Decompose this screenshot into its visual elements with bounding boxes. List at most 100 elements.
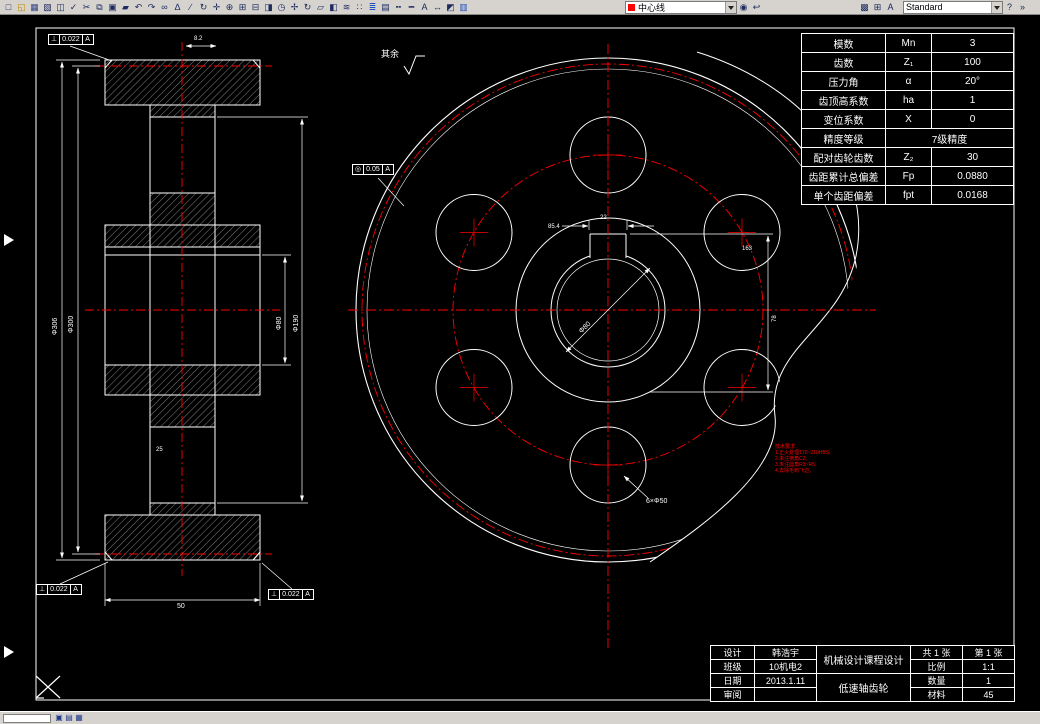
ucs-icon xyxy=(35,675,61,699)
param-cell: 齿数 xyxy=(801,52,886,72)
toolbar-group-mid: ◉ ↩ xyxy=(737,1,763,14)
param-cell: Mn xyxy=(885,33,932,53)
param-cell: Z₂ xyxy=(885,147,932,167)
zoom-window-icon[interactable]: ⊞ xyxy=(236,1,249,14)
front-view xyxy=(348,44,876,650)
taskbar-icon-3[interactable]: ▦ xyxy=(74,713,84,723)
copy-icon[interactable]: ⧉ xyxy=(93,1,106,14)
param-cell: 100 xyxy=(931,52,1014,72)
toolbar: □ ◱ ▦ ▧ ◫ ✓ ✂ ⧉ ▣ ▰ ↶ ↷ ∞ ∆ ∕ ↻ ✛ ⊕ ⊞ ⊟ ◨ ◷ ✢ ↻ ▱ ◧ ≋ ∷ ≣ ▤ ╍ ━ A ↔ ◩ ▥ 中心线… xyxy=(0,0,1040,15)
chevron-down-icon[interactable] xyxy=(991,1,1002,13)
section-view xyxy=(56,42,308,606)
layer-color-swatch xyxy=(628,3,635,11)
move-icon[interactable]: ✢ xyxy=(288,1,301,14)
title-block: 设计 韩浩宇 机械设计课程设计 共 1 张 第 1 张 班级 10机电2 比例 … xyxy=(710,645,1015,702)
layer-previous-icon[interactable]: ↩ xyxy=(750,1,763,14)
layer-combobox[interactable]: 中心线 xyxy=(625,0,737,14)
toolbar-overflow-icon[interactable]: » xyxy=(1016,1,1029,14)
title-cell: 第 1 张 xyxy=(962,645,1015,660)
title-cell: 2013.1.11 xyxy=(754,673,817,688)
param-cell: 单个齿距偏差 xyxy=(801,185,886,205)
print-preview-icon[interactable]: ◫ xyxy=(54,1,67,14)
dim-style-icon[interactable]: ↔ xyxy=(431,1,444,14)
taskbar-icon-1[interactable]: ▣ xyxy=(54,713,64,723)
mirror-icon[interactable]: ◧ xyxy=(327,1,340,14)
param-cell: 0.0880 xyxy=(931,166,1014,186)
layers-icon[interactable]: ≣ xyxy=(366,1,379,14)
rotate-icon[interactable]: ↻ xyxy=(301,1,314,14)
redo-icon[interactable]: ↷ xyxy=(145,1,158,14)
statusbar: ▣ ▤ ▦ xyxy=(0,711,1040,724)
course-title: 机械设计课程设计 xyxy=(816,645,911,674)
save-icon[interactable]: ▦ xyxy=(28,1,41,14)
table-style-icon[interactable]: ⊞ xyxy=(871,1,884,14)
param-cell: 30 xyxy=(931,147,1014,167)
distance-icon[interactable]: ∕ xyxy=(184,1,197,14)
param-cell: 1 xyxy=(931,90,1014,110)
title-cell: 数量 xyxy=(910,673,963,688)
param-cell: 精度等级 xyxy=(801,128,886,148)
pan-icon[interactable]: ✛ xyxy=(210,1,223,14)
zoom-realtime-icon[interactable]: ⊕ xyxy=(223,1,236,14)
design-center-icon[interactable]: ▥ xyxy=(457,1,470,14)
help-icon[interactable]: ? xyxy=(1003,1,1016,14)
param-cell: 齿顶高系数 xyxy=(801,90,886,110)
title-cell: 10机电2 xyxy=(754,659,817,674)
open-icon[interactable]: ◱ xyxy=(15,1,28,14)
orbit-icon[interactable]: ◷ xyxy=(275,1,288,14)
lineweight-icon[interactable]: ━ xyxy=(405,1,418,14)
param-cell: α xyxy=(885,71,932,91)
undo-icon[interactable]: ↶ xyxy=(132,1,145,14)
title-cell: 审阅 xyxy=(710,687,755,702)
surface-roughness-icon xyxy=(403,55,425,76)
text-control-icon[interactable]: A xyxy=(884,1,897,14)
offset-icon[interactable]: ≋ xyxy=(340,1,353,14)
param-cell: Fp xyxy=(885,166,932,186)
hyperlink-icon[interactable]: ∞ xyxy=(158,1,171,14)
param-cell: fpt xyxy=(885,185,932,205)
toolbar-group-right: ▩ ⊞ A xyxy=(858,1,897,14)
toolbar-group-end: ?» xyxy=(1003,1,1029,14)
title-cell: 比例 xyxy=(910,659,963,674)
redraw-icon[interactable]: ↻ xyxy=(197,1,210,14)
param-cell: 7级精度 xyxy=(885,128,1014,148)
title-cell: 日期 xyxy=(710,673,755,688)
zoom-previous-icon[interactable]: ⊟ xyxy=(249,1,262,14)
param-cell: 0.0168 xyxy=(931,185,1014,205)
erase-icon[interactable]: ▱ xyxy=(314,1,327,14)
title-cell: 共 1 张 xyxy=(910,645,963,660)
cut-icon[interactable]: ✂ xyxy=(80,1,93,14)
array-icon[interactable]: ∷ xyxy=(353,1,366,14)
chevron-down-icon[interactable] xyxy=(725,1,736,13)
title-cell: 45 xyxy=(962,687,1015,702)
taskbar-icon-2[interactable]: ▤ xyxy=(64,713,74,723)
match-properties-icon[interactable]: ▰ xyxy=(119,1,132,14)
gdt-leaders xyxy=(59,45,405,590)
layer-properties-icon[interactable]: ▤ xyxy=(379,1,392,14)
param-cell: 变位系数 xyxy=(801,109,886,129)
color-control-icon[interactable]: ▩ xyxy=(858,1,871,14)
properties-icon[interactable]: ◩ xyxy=(444,1,457,14)
gear-parameter-table: 模数 Mn 3 齿数 Z₁ 100 压力角 α 20° 齿顶高系数 ha 1 变位系数 X 0 精度… xyxy=(801,33,1014,205)
centerlines xyxy=(85,42,280,576)
ucs-icon[interactable]: ∆ xyxy=(171,1,184,14)
new-icon[interactable]: □ xyxy=(2,1,15,14)
title-cell: 设计 xyxy=(710,645,755,660)
named-views-icon[interactable]: ◨ xyxy=(262,1,275,14)
part-name: 低速轴齿轮 xyxy=(816,673,911,702)
param-cell: 模数 xyxy=(801,33,886,53)
paste-icon[interactable]: ▣ xyxy=(106,1,119,14)
param-cell: X xyxy=(885,109,932,129)
edge-markers xyxy=(4,234,14,658)
cad-window: □ ◱ ▦ ▧ ◫ ✓ ✂ ⧉ ▣ ▰ ↶ ↷ ∞ ∆ ∕ ↻ ✛ ⊕ ⊞ ⊟ ◨ ◷ ✢ ↻ ▱ ◧ ≋ ∷ ≣ ▤ ╍ ━ A ↔ ◩ ▥ 中心线… xyxy=(0,0,1040,724)
param-cell: 压力角 xyxy=(801,71,886,91)
statusbar-field[interactable] xyxy=(3,713,51,723)
text-style-icon[interactable]: A xyxy=(418,1,431,14)
style-combobox-value: Standard xyxy=(906,2,943,12)
linetype-icon[interactable]: ╍ xyxy=(392,1,405,14)
style-combobox[interactable]: Standard xyxy=(903,0,1003,14)
spell-check-icon[interactable]: ✓ xyxy=(67,1,80,14)
param-cell: 配对齿轮齿数 xyxy=(801,147,886,167)
print-icon[interactable]: ▧ xyxy=(41,1,54,14)
make-object-layer-current-icon[interactable]: ◉ xyxy=(737,1,750,14)
